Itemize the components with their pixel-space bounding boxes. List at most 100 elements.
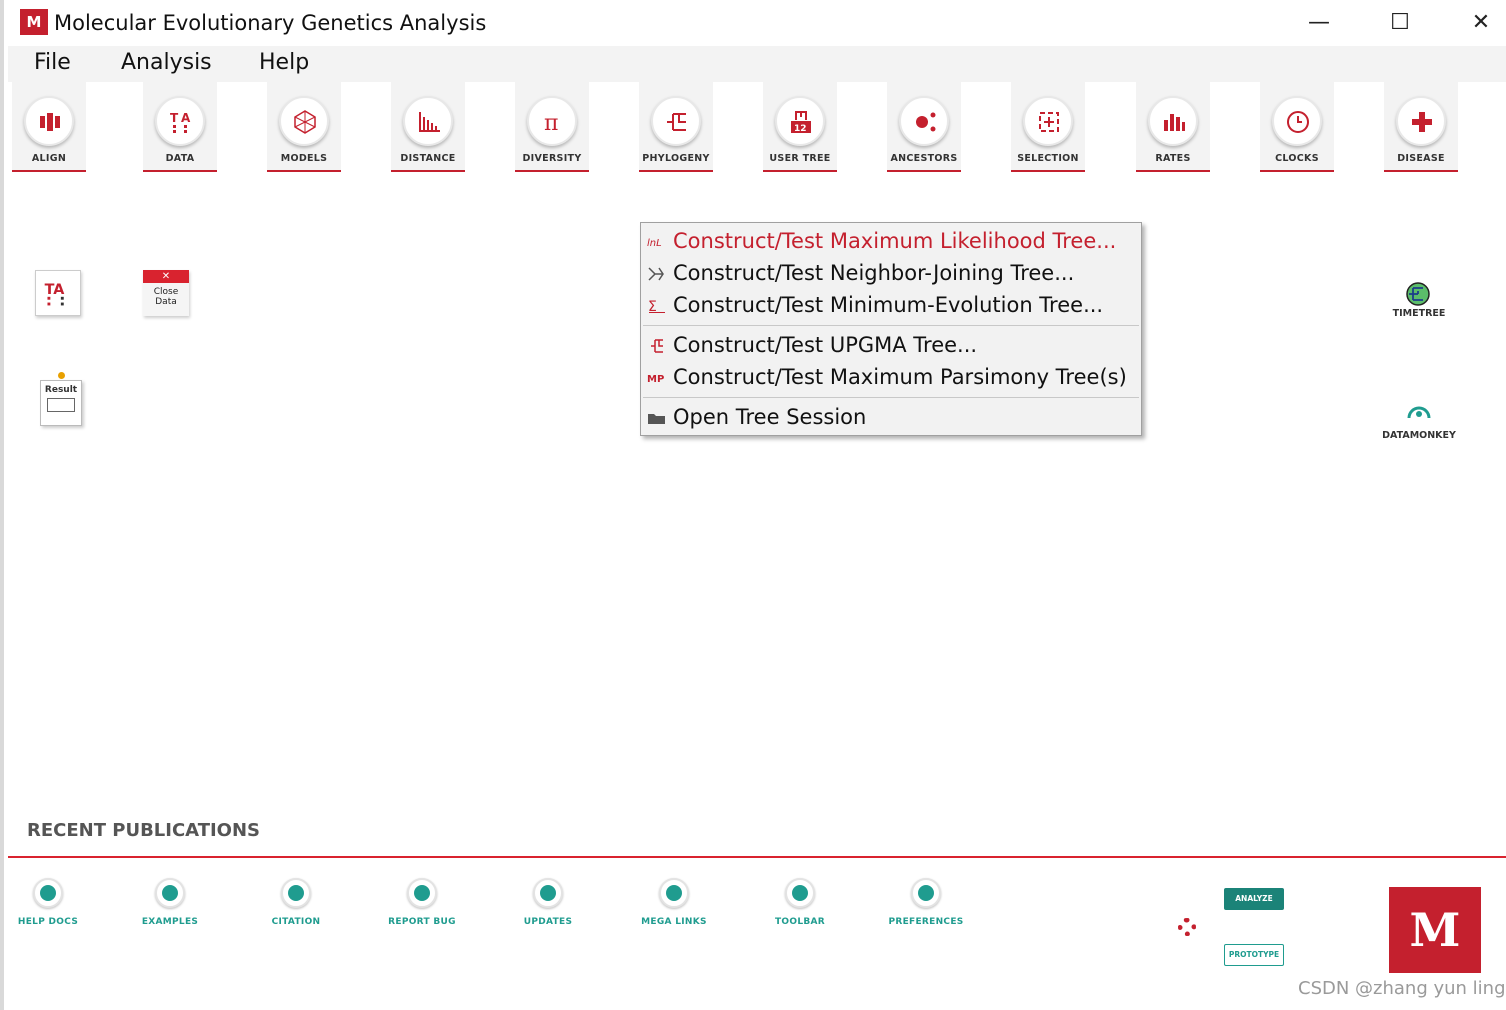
menu-item-upgma-tree[interactable]: Construct/Test UPGMA Tree... [641, 330, 1141, 362]
prototype-button[interactable]: PROTOTYPE [1224, 944, 1284, 966]
result-explorer-icon[interactable]: Result [38, 372, 88, 428]
folder-icon [648, 414, 665, 424]
menu-item-me-tree[interactable]: Σ Construct/Test Minimum-Evolution Tree.… [641, 290, 1141, 322]
minimize-button[interactable]: — [1284, 0, 1354, 46]
lnl-icon: lnL [647, 238, 662, 249]
distance-icon [403, 96, 453, 146]
toolbar-selection[interactable]: SELECTION [1011, 82, 1085, 172]
window-title: Molecular Evolutionary Genetics Analysis [54, 11, 487, 35]
toolbar-label: DATA [165, 153, 195, 164]
toolbar-rates[interactable]: RATES [1136, 82, 1210, 172]
datamonkey-link[interactable]: DATAMONKEY [1379, 430, 1459, 441]
toolbar-diversity[interactable]: π DIVERSITY [515, 82, 589, 172]
menu-item-nj-tree[interactable]: Construct/Test Neighbor-Joining Tree... [641, 258, 1141, 290]
mp-icon: MP [647, 374, 664, 385]
svg-text:Σ: Σ [648, 299, 657, 314]
phylogeny-icon [651, 96, 701, 146]
toolbar-clocks[interactable]: CLOCKS [1260, 82, 1334, 172]
recent-publications-title: RECENT PUBLICATIONS [27, 820, 261, 841]
refresh-icon [533, 878, 563, 908]
lifebuoy-icon[interactable] [1178, 918, 1196, 936]
bottom-link-label: HELP DOCS [17, 917, 79, 927]
toolbar-label: DISEASE [1397, 153, 1445, 164]
toolbar-label: USER TREE [769, 153, 831, 164]
toolbar-models[interactable]: MODELS [267, 82, 341, 172]
bottom-link-label: PREFERENCES [888, 917, 964, 927]
toolbar-ancestors[interactable]: ANCESTORS [887, 82, 961, 172]
menu-item-label: Open Tree Session [673, 405, 867, 429]
menu-item-label: Construct/Test UPGMA Tree... [673, 333, 978, 357]
globe-icon [659, 878, 689, 908]
svg-text:12: 12 [794, 124, 807, 134]
toolbar-label: ALIGN [31, 153, 67, 164]
toolbar-distance[interactable]: DISTANCE [391, 82, 465, 172]
toolbar-disease[interactable]: DISEASE [1384, 82, 1458, 172]
menu-separator [643, 397, 1139, 398]
mega-links-link[interactable]: MEGA LINKS [624, 878, 724, 927]
datamonkey-icon[interactable] [1403, 402, 1435, 426]
gear-icon [911, 878, 941, 908]
toolbar-label: MODELS [280, 153, 328, 164]
menu-bar: File Analysis Help [8, 46, 1506, 82]
minimum-evolution-icon: Σ [648, 299, 665, 314]
title-bar: M Molecular Evolutionary Genetics Analys… [8, 0, 1506, 46]
toolbar-label: DISTANCE [400, 153, 456, 164]
maximize-button[interactable]: ☐ [1365, 0, 1435, 46]
main-toolbar: ALIGN TA DATA MODELS DISTANCE π DIVERSIT… [8, 82, 1506, 174]
mega-brand-logo: M [1389, 887, 1481, 973]
menu-analysis[interactable]: Analysis [121, 50, 212, 75]
toolbar-phylogeny[interactable]: PHYLOGENY [639, 82, 713, 172]
toolbar-label: PHYLOGENY [642, 153, 710, 164]
plus-icon [1396, 96, 1446, 146]
timetree-link[interactable]: TIMETREE [1384, 308, 1454, 319]
updates-link[interactable]: UPDATES [498, 878, 598, 927]
analyze-button[interactable]: ANALYZE [1224, 888, 1284, 910]
wrench-icon [785, 878, 815, 908]
selection-icon [1023, 96, 1073, 146]
quote-icon [281, 878, 311, 908]
bottom-link-label: UPDATES [523, 917, 573, 927]
citation-link[interactable]: CITATION [246, 878, 346, 927]
align-icon [24, 96, 74, 146]
toolbar-align[interactable]: ALIGN [12, 82, 86, 172]
toolbar-data[interactable]: TA DATA [143, 82, 217, 172]
mega-window: M Molecular Evolutionary Genetics Analys… [0, 0, 1506, 1010]
menu-item-open-tree-session[interactable]: Open Tree Session [641, 402, 1141, 434]
menu-item-mp-tree[interactable]: MP Construct/Test Maximum Parsimony Tree… [641, 362, 1141, 394]
user-tree-icon: 12 [775, 96, 825, 146]
mega-logo-icon: M [20, 9, 48, 35]
bottom-link-label: CITATION [271, 917, 321, 927]
menu-item-label: Construct/Test Neighbor-Joining Tree... [673, 261, 1075, 285]
neighbor-joining-icon [648, 267, 664, 281]
close-window-button[interactable]: ✕ [1446, 0, 1506, 46]
menu-item-ml-tree[interactable]: lnL Construct/Test Maximum Likelihood Tr… [641, 226, 1141, 258]
bottom-link-label: TOOLBAR [774, 917, 826, 927]
clock-icon [1272, 96, 1322, 146]
toolbar-label: RATES [1155, 153, 1191, 164]
menu-file[interactable]: File [34, 50, 71, 75]
ancestors-icon [899, 96, 949, 146]
bottom-link-label: REPORT BUG [388, 917, 456, 927]
toolbar-link[interactable]: TOOLBAR [750, 878, 850, 927]
svg-text:lnL: lnL [647, 238, 662, 249]
pi-icon: π [527, 96, 577, 146]
result-label: Result [44, 385, 78, 395]
menu-help[interactable]: Help [259, 50, 309, 75]
rates-icon [1148, 96, 1198, 146]
examples-link[interactable]: EXAMPLES [120, 878, 220, 927]
ta-data-icon[interactable]: TA [35, 270, 81, 316]
close-data-x: ✕ [143, 270, 189, 283]
report-bug-link[interactable]: REPORT BUG [372, 878, 472, 927]
svg-text:MP: MP [647, 374, 664, 385]
close-data-label-1: Close [153, 287, 179, 297]
menu-separator [643, 325, 1139, 326]
toolbar-user-tree[interactable]: 12 USER TREE [763, 82, 837, 172]
toolbar-label: DIVERSITY [522, 153, 582, 164]
menu-item-label: Construct/Test Maximum Parsimony Tree(s) [673, 365, 1127, 389]
timetree-icon[interactable] [1404, 282, 1432, 308]
close-data-button[interactable]: ✕ Close Data [143, 270, 189, 316]
models-icon [279, 96, 329, 146]
bottom-links-bar: HELP DOCS EXAMPLES CITATION REPORT BUG U… [8, 858, 1506, 1004]
help-docs-link[interactable]: HELP DOCS [0, 878, 98, 927]
preferences-link[interactable]: PREFERENCES [876, 878, 976, 927]
